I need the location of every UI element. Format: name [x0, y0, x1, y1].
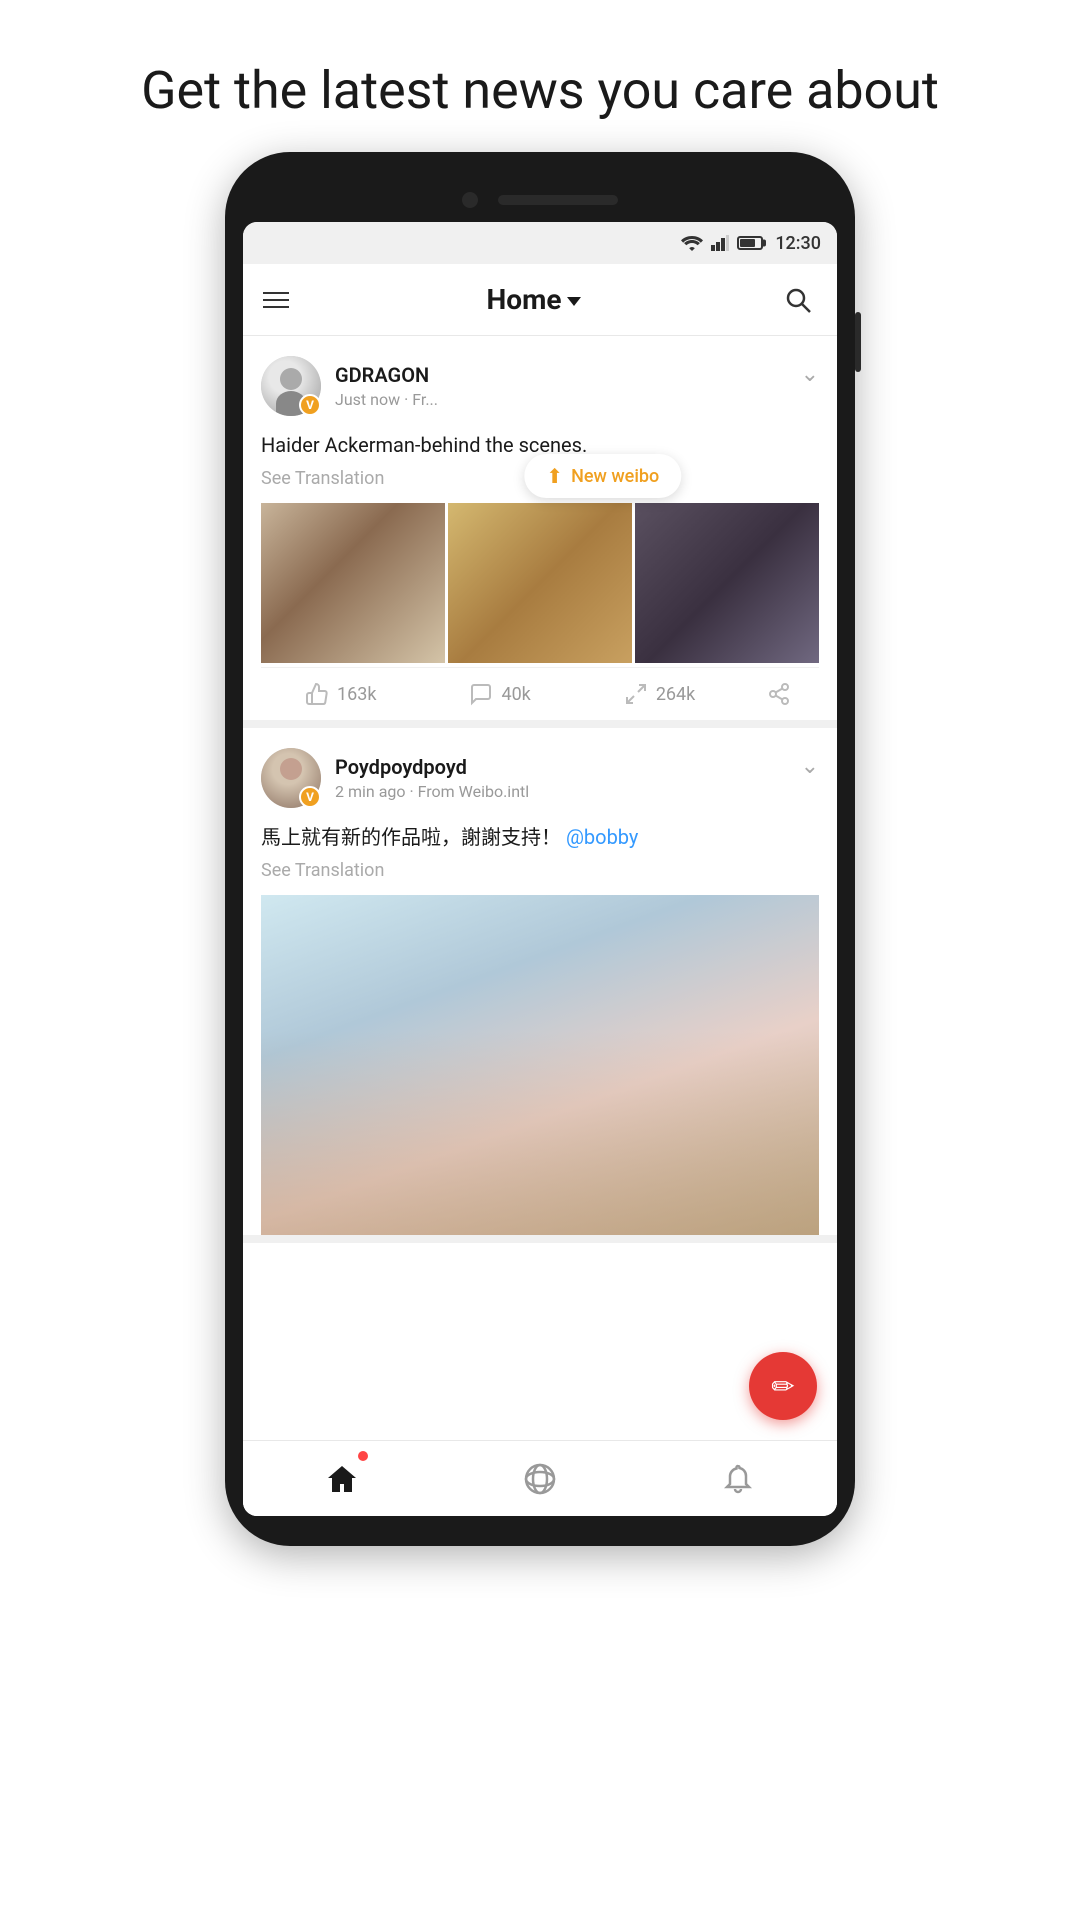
post-2-text: 馬上就有新的作品啦，謝謝支持！ @bobby — [261, 822, 819, 852]
phone-notch — [243, 182, 837, 222]
verified-v-icon: V — [306, 790, 314, 804]
post-1-photo-1[interactable] — [261, 503, 445, 663]
post-2-avatar-container: V — [261, 748, 321, 808]
post-1-photo-3[interactable] — [635, 503, 819, 663]
post-1-like-count: 163k — [337, 684, 376, 705]
post-1-photo-2[interactable] — [448, 503, 632, 663]
post-1-comment-count: 40k — [501, 684, 530, 705]
header-title-container[interactable]: Home — [487, 283, 582, 316]
post-card: V GDRAGON Just now · Fr... ⌄ Haider Acke… — [243, 336, 837, 728]
post-1-like-button[interactable]: 163k — [261, 682, 420, 706]
post-1-repost-button[interactable]: 264k — [580, 682, 739, 706]
new-weibo-toast[interactable]: ⬆ New weibo — [524, 454, 681, 498]
post-2-more-button[interactable]: ⌄ — [801, 754, 819, 779]
post-2-mention[interactable]: @bobby — [566, 825, 638, 849]
post-2-username: Poydpoydpoyd — [335, 755, 529, 779]
post-2-user-info[interactable]: V Poydpoydpoyd 2 min ago · From Weibo.in… — [261, 748, 529, 808]
bottom-navigation — [243, 1440, 837, 1516]
post-2-see-translation[interactable]: See Translation — [261, 860, 819, 881]
verified-v-icon: V — [306, 398, 314, 412]
post-2-user-details: Poydpoydpoyd 2 min ago · From Weibo.intl — [335, 755, 529, 801]
phone-frame: 12:30 Home — [225, 152, 855, 1546]
battery-icon — [737, 236, 763, 250]
pencil-icon: ✏ — [771, 1370, 794, 1403]
phone-camera — [462, 192, 478, 208]
nav-explore-button[interactable] — [500, 1441, 580, 1516]
home-notification-dot — [358, 1451, 368, 1461]
share-icon — [767, 682, 791, 706]
post-2-photo[interactable] — [261, 895, 819, 1235]
post-1-photo-grid[interactable] — [261, 503, 819, 663]
phone-volume-button — [855, 312, 861, 372]
toast-arrow-icon: ⬆ — [546, 464, 563, 488]
hamburger-menu-button[interactable] — [263, 292, 289, 308]
like-icon — [305, 682, 329, 706]
post-1-header: V GDRAGON Just now · Fr... ⌄ — [261, 356, 819, 416]
signal-icon — [711, 235, 729, 251]
post-1-avatar-container: V — [261, 356, 321, 416]
post-2-text-content: 馬上就有新的作品啦，謝謝支持！ — [261, 825, 561, 849]
bell-icon — [723, 1463, 753, 1495]
post-1-more-button[interactable]: ⌄ — [801, 362, 819, 387]
feed-content: ⬆ New weibo V — [243, 336, 837, 1516]
app-header: Home — [243, 264, 837, 336]
dropdown-arrow-icon — [567, 297, 581, 306]
nav-home-button[interactable] — [302, 1441, 382, 1516]
explore-icon — [524, 1463, 556, 1495]
post-1-action-bar: 163k 40k — [261, 667, 819, 720]
repost-icon — [624, 682, 648, 706]
search-icon — [784, 286, 812, 314]
phone-screen: 12:30 Home — [243, 222, 837, 1516]
wifi-icon — [681, 235, 703, 251]
post-1-share-button[interactable] — [739, 682, 819, 706]
status-bar: 12:30 — [243, 222, 837, 264]
status-time: 12:30 — [775, 233, 821, 254]
post-1-user-info[interactable]: V GDRAGON Just now · Fr... — [261, 356, 438, 416]
post-card: V Poydpoydpoyd 2 min ago · From Weibo.in… — [243, 728, 837, 1243]
page-headline: Get the latest news you care about — [0, 0, 1080, 152]
comment-icon — [469, 682, 493, 706]
compose-fab-button[interactable]: ✏ — [749, 1352, 817, 1420]
post-1-comment-button[interactable]: 40k — [420, 682, 579, 706]
post-1-repost-count: 264k — [656, 684, 695, 705]
header-title-text: Home — [487, 283, 562, 316]
phone-speaker — [498, 195, 618, 205]
post-1-user-details: GDRAGON Just now · Fr... — [335, 363, 438, 409]
post-2-header: V Poydpoydpoyd 2 min ago · From Weibo.in… — [261, 748, 819, 808]
status-icons: 12:30 — [681, 233, 821, 254]
post-1-user-meta: Just now · Fr... — [335, 390, 438, 409]
new-weibo-label: New weibo — [571, 466, 659, 487]
nav-notifications-button[interactable] — [698, 1441, 778, 1516]
home-icon — [326, 1464, 358, 1494]
post-2-user-meta: 2 min ago · From Weibo.intl — [335, 782, 529, 801]
search-button[interactable] — [779, 281, 817, 319]
post-1-username: GDRAGON — [335, 363, 438, 387]
